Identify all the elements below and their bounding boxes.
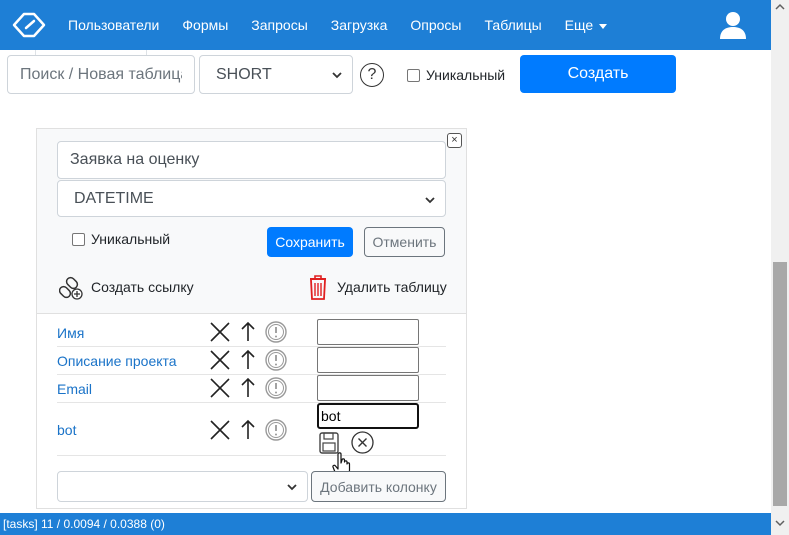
- delete-column-icon[interactable]: [209, 419, 231, 441]
- column-name-link[interactable]: bot: [57, 422, 76, 438]
- nav-item-more-label: Еще: [564, 17, 594, 33]
- delete-column-icon[interactable]: [209, 321, 231, 343]
- trash-icon: [310, 275, 326, 300]
- add-column-select[interactable]: [57, 471, 308, 502]
- delete-column-icon[interactable]: [209, 349, 231, 371]
- delete-table-label: Удалить таблицу: [337, 279, 447, 295]
- nav-item-tables[interactable]: Таблицы: [485, 17, 542, 33]
- type-select[interactable]: SHORT: [199, 55, 353, 94]
- scroll-up-arrow-icon[interactable]: [775, 2, 785, 12]
- column-row: Имя: [57, 318, 446, 347]
- unique-label: Уникальный: [426, 67, 506, 83]
- add-column-button[interactable]: Добавить колонку: [311, 471, 446, 502]
- nav-item-more[interactable]: Еще: [565, 17, 608, 33]
- checkbox-box[interactable]: [407, 68, 420, 82]
- editor-unique-checkbox[interactable]: Уникальный: [72, 231, 170, 247]
- save-floppy-icon[interactable]: [319, 432, 339, 454]
- move-up-arrow-icon[interactable]: [240, 321, 256, 343]
- scrollbar-thumb[interactable]: [773, 262, 787, 506]
- scroll-down-arrow-icon[interactable]: [775, 518, 785, 528]
- help-icon[interactable]: ?: [360, 63, 384, 87]
- search-input[interactable]: [7, 55, 195, 94]
- column-row: bot bot: [57, 403, 446, 456]
- nav-menu: Пользователи Формы Запросы Загрузка Опро…: [68, 17, 630, 33]
- column-row: Email: [57, 375, 446, 403]
- move-up-arrow-icon[interactable]: [240, 419, 256, 441]
- column-default-input-active[interactable]: bot: [317, 403, 419, 429]
- required-exclamation-icon[interactable]: [265, 349, 287, 371]
- logo-icon[interactable]: [10, 10, 50, 40]
- create-link-button[interactable]: Создать ссылку: [59, 274, 194, 300]
- nav-item-queries[interactable]: Запросы: [251, 17, 307, 33]
- status-text: [tasks] 11 / 0.0094 / 0.0388 (0): [3, 517, 165, 531]
- table-type-value: DATETIME: [74, 189, 154, 207]
- delete-table-button[interactable]: Удалить таблицу: [307, 274, 447, 300]
- save-button[interactable]: Сохранить: [267, 227, 353, 257]
- table-name-field[interactable]: Заявка на оценку: [57, 141, 446, 179]
- column-default-input[interactable]: [317, 319, 419, 345]
- required-exclamation-icon[interactable]: [265, 419, 287, 441]
- type-select-value: SHORT: [216, 65, 272, 83]
- table-name-value: Заявка на оценку: [70, 151, 200, 168]
- link-add-icon: [59, 276, 83, 300]
- required-exclamation-icon[interactable]: [265, 321, 287, 343]
- create-link-label: Создать ссылку: [91, 279, 194, 295]
- move-up-arrow-icon[interactable]: [240, 349, 256, 371]
- move-up-arrow-icon[interactable]: [240, 377, 256, 399]
- column-name-link[interactable]: Имя: [57, 325, 84, 341]
- chevron-down-icon: [425, 197, 435, 204]
- caret-down-icon: [599, 23, 608, 29]
- nav-item-surveys[interactable]: Опросы: [410, 17, 461, 33]
- column-default-input[interactable]: [317, 347, 419, 373]
- user-avatar-icon[interactable]: [718, 10, 748, 40]
- nav-item-users[interactable]: Пользователи: [68, 17, 159, 33]
- cancel-button[interactable]: Отменить: [364, 227, 445, 257]
- column-default-input[interactable]: [317, 375, 419, 401]
- required-exclamation-icon[interactable]: [265, 377, 287, 399]
- close-panel-button[interactable]: ×: [447, 133, 462, 148]
- nav-item-forms[interactable]: Формы: [182, 17, 228, 33]
- column-name-link[interactable]: Описание проекта: [57, 353, 177, 369]
- column-row: Описание проекта: [57, 347, 446, 375]
- delete-column-icon[interactable]: [209, 377, 231, 399]
- help-glyph: ?: [367, 66, 377, 83]
- chevron-down-icon: [287, 484, 297, 491]
- chevron-down-icon: [332, 72, 342, 79]
- column-name-link[interactable]: Email: [57, 381, 92, 397]
- status-bar: [tasks] 11 / 0.0094 / 0.0388 (0): [0, 513, 771, 535]
- editor-unique-label: Уникальный: [91, 231, 171, 247]
- top-navbar: Пользователи Формы Запросы Загрузка Опро…: [0, 0, 789, 50]
- cancel-circle-icon[interactable]: [351, 431, 374, 454]
- checkbox-box[interactable]: [72, 232, 85, 246]
- table-type-select[interactable]: DATETIME: [57, 180, 446, 217]
- unique-checkbox[interactable]: Уникальный: [407, 67, 505, 83]
- nav-item-upload[interactable]: Загрузка: [331, 17, 388, 33]
- create-button[interactable]: Создать: [520, 55, 676, 93]
